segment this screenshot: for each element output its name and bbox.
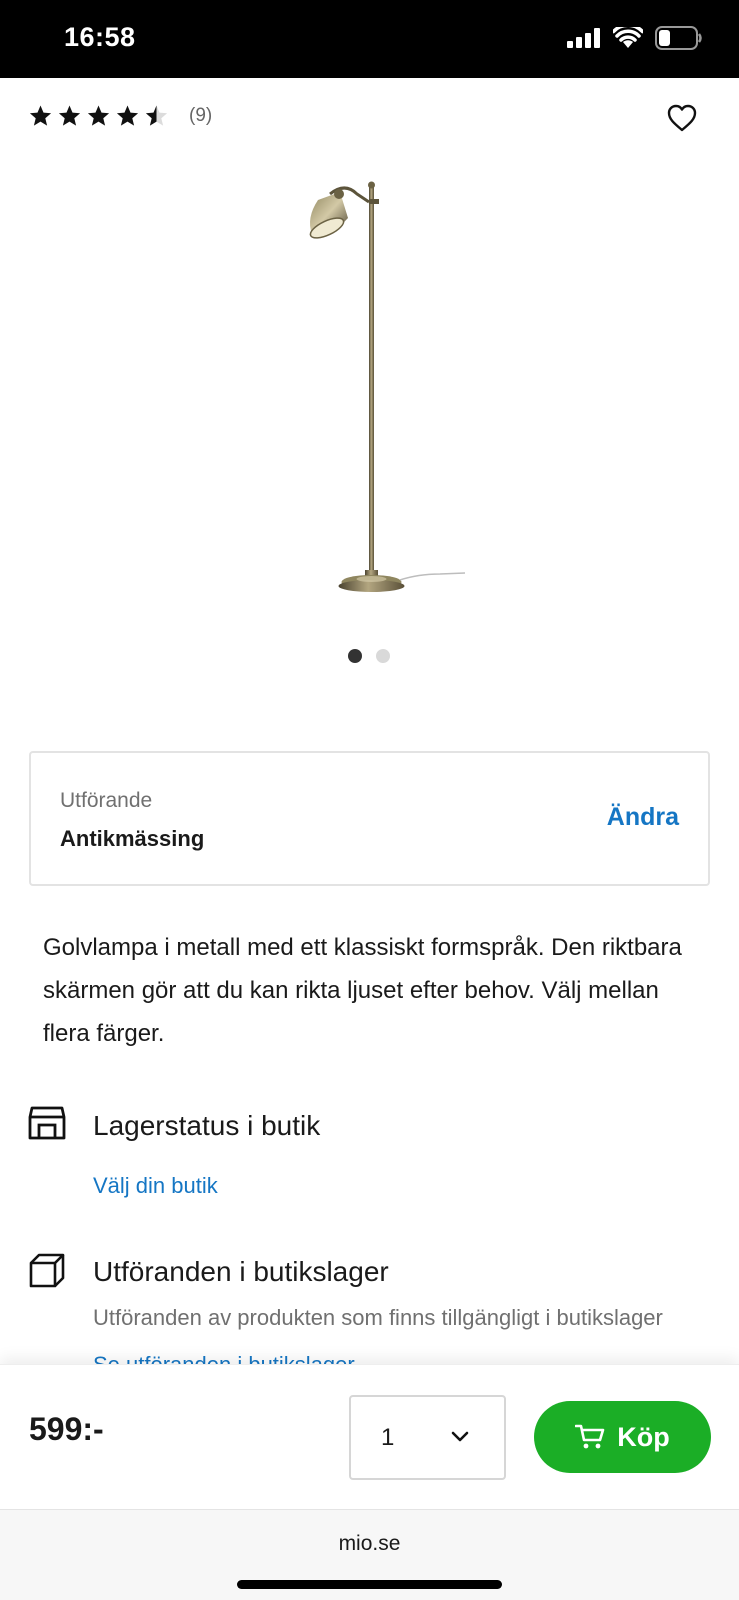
carousel-dot[interactable] [376,649,390,663]
heart-icon [667,104,697,132]
carousel-dot-active[interactable] [348,649,362,663]
carousel-dots[interactable] [348,649,390,663]
buy-button[interactable]: Köp [534,1401,711,1473]
home-indicator[interactable] [237,1580,502,1589]
variant-selector-card[interactable]: Utförande Antikmässing Ändra [29,751,710,886]
wifi-icon [613,27,643,48]
chevron-down-icon [451,1431,469,1442]
stock-status-title: Lagerstatus i butik [93,1110,321,1141]
price: 599:- [29,1411,104,1447]
star-icon [29,105,52,126]
store-variants-description: Utföranden av produkten som finns tillgä… [93,1305,663,1330]
box-icon [29,1253,65,1288]
choose-store-link[interactable]: Välj din butik [93,1173,218,1199]
status-icons [567,26,703,50]
url-bar[interactable]: mio.se [0,1532,739,1556]
star-icon [87,105,110,126]
rating-count: (9) [189,105,213,126]
star-icon [58,105,81,126]
buy-button-label: Köp [617,1421,670,1452]
product-description: Golvlampa i metall med ett klassiskt for… [43,934,682,1047]
browser-footer: mio.se [0,1509,739,1600]
status-bar: 16:58 [0,0,739,78]
status-time: 16:58 [64,22,136,52]
variant-label: Utförande [60,789,153,812]
half-star-icon [145,105,168,126]
variant-value: Antikmässing [60,826,205,851]
star-icon [116,105,139,126]
quantity-select[interactable]: 1 [349,1395,506,1480]
rating-row[interactable]: (9) [28,104,212,128]
cellular-signal-icon [567,28,600,48]
quantity-value: 1 [381,1424,395,1451]
product-image[interactable] [290,178,490,608]
star-rating [28,104,169,128]
change-variant-link[interactable]: Ändra [607,803,679,832]
favorite-button[interactable] [667,104,697,132]
buy-bar: 599:- 1 Köp [0,1364,739,1509]
battery-icon [655,26,702,50]
cart-icon [575,1424,605,1449]
store-icon [28,1106,66,1140]
store-variants-title: Utföranden i butikslager [93,1256,389,1287]
floor-lamp-image [309,181,466,592]
